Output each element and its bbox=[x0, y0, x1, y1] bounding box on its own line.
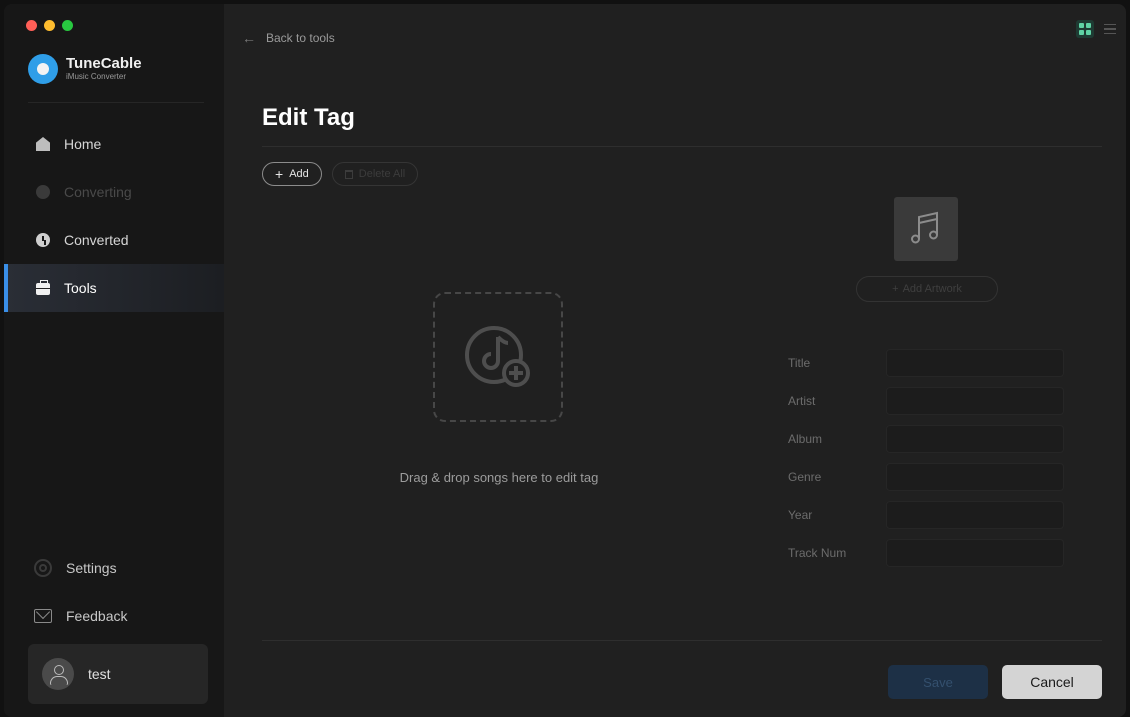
divider bbox=[262, 640, 1102, 641]
music-note-icon bbox=[911, 211, 938, 244]
divider bbox=[262, 146, 1102, 147]
page-title: Edit Tag bbox=[262, 104, 355, 131]
avatar bbox=[42, 658, 74, 690]
sidebar-item-label: Settings bbox=[66, 560, 117, 576]
sidebar-item-tools[interactable]: Tools bbox=[4, 264, 224, 312]
trash-icon bbox=[344, 169, 353, 179]
arrow-left-icon: ← bbox=[242, 30, 256, 46]
artwork-preview bbox=[894, 197, 958, 261]
menu-icon[interactable] bbox=[1104, 24, 1116, 34]
year-field[interactable] bbox=[886, 501, 1064, 529]
genre-field[interactable] bbox=[886, 463, 1064, 491]
field-label: Title bbox=[788, 356, 811, 370]
field-label: Genre bbox=[788, 470, 822, 484]
sidebar-item-label: Feedback bbox=[66, 608, 128, 624]
sidebar-item-label: Converted bbox=[64, 232, 129, 248]
sidebar-item-home[interactable]: Home bbox=[4, 120, 224, 168]
app-window: TuneCable iMusic Converter Home Converti… bbox=[4, 4, 1126, 717]
back-to-tools-link[interactable]: ← Back to tools bbox=[242, 30, 335, 46]
sidebar-item-label: Converting bbox=[64, 184, 132, 200]
tag-toolbar: + Add Delete All bbox=[262, 162, 419, 186]
field-label: Artist bbox=[788, 394, 816, 408]
field-label: Year bbox=[788, 508, 813, 522]
back-label: Back to tools bbox=[266, 31, 335, 45]
add-label: Add bbox=[289, 168, 309, 180]
field-row-title: Title bbox=[788, 344, 1064, 382]
sidebar-item-label: Tools bbox=[64, 280, 97, 296]
cancel-button[interactable]: Cancel bbox=[1002, 665, 1102, 699]
field-row-artist: Artist bbox=[788, 382, 1064, 420]
field-row-track-num: Track Num bbox=[788, 534, 1064, 572]
minimize-window-button[interactable] bbox=[44, 20, 55, 31]
delete-all-label: Delete All bbox=[358, 168, 406, 180]
drop-hint: Drag & drop songs here to edit tag bbox=[399, 470, 599, 485]
field-label: Album bbox=[788, 432, 823, 446]
sidebar-item-feedback[interactable]: Feedback bbox=[4, 592, 224, 640]
divider bbox=[28, 102, 204, 103]
user-account-button[interactable]: test bbox=[28, 644, 208, 704]
brand: TuneCable iMusic Converter bbox=[28, 54, 142, 84]
add-artwork-label: Add Artwork bbox=[902, 283, 962, 295]
add-music-icon bbox=[465, 326, 530, 387]
sidebar-nav: Home Converting Converted Tools bbox=[4, 120, 224, 312]
add-button[interactable]: + Add bbox=[262, 162, 322, 186]
gear-icon bbox=[34, 559, 52, 577]
sidebar-item-converting[interactable]: Converting bbox=[4, 168, 224, 216]
app-subtitle: iMusic Converter bbox=[66, 72, 127, 81]
app-name: TuneCable bbox=[66, 55, 142, 72]
main-content: ← Back to tools Edit Tag + Add Delete Al… bbox=[224, 4, 1126, 717]
sidebar-bottom-nav: Settings Feedback bbox=[4, 544, 224, 640]
delete-all-button[interactable]: Delete All bbox=[331, 162, 419, 186]
song-drop-zone[interactable] bbox=[433, 292, 563, 422]
field-row-album: Album bbox=[788, 420, 1064, 458]
user-name: test bbox=[88, 666, 111, 682]
toolbox-icon bbox=[36, 280, 50, 295]
app-logo-icon bbox=[28, 54, 58, 84]
window-controls bbox=[26, 20, 73, 31]
view-toggle bbox=[1076, 20, 1116, 38]
field-row-year: Year bbox=[788, 496, 1064, 534]
sidebar: TuneCable iMusic Converter Home Converti… bbox=[4, 4, 224, 717]
add-artwork-button[interactable]: + Add Artwork bbox=[856, 276, 998, 302]
mail-icon bbox=[34, 609, 52, 623]
close-window-button[interactable] bbox=[26, 20, 37, 31]
album-field[interactable] bbox=[886, 425, 1064, 453]
tag-fields: Title Artist Album Genre Year Track Num bbox=[788, 344, 1064, 572]
sidebar-item-settings[interactable]: Settings bbox=[4, 544, 224, 592]
field-label: Track Num bbox=[788, 546, 847, 560]
zoom-window-button[interactable] bbox=[62, 20, 73, 31]
save-button[interactable]: Save bbox=[888, 665, 988, 699]
clock-icon bbox=[36, 233, 50, 247]
sidebar-item-converted[interactable]: Converted bbox=[4, 216, 224, 264]
plus-icon: + bbox=[275, 166, 284, 182]
title-field[interactable] bbox=[886, 349, 1064, 377]
grid-view-icon[interactable] bbox=[1076, 20, 1094, 38]
sidebar-item-label: Home bbox=[64, 136, 102, 152]
converting-icon bbox=[36, 185, 50, 199]
artist-field[interactable] bbox=[886, 387, 1064, 415]
plus-icon: + bbox=[892, 283, 899, 295]
field-row-genre: Genre bbox=[788, 458, 1064, 496]
track-num-field[interactable] bbox=[886, 539, 1064, 567]
home-icon bbox=[36, 137, 50, 151]
